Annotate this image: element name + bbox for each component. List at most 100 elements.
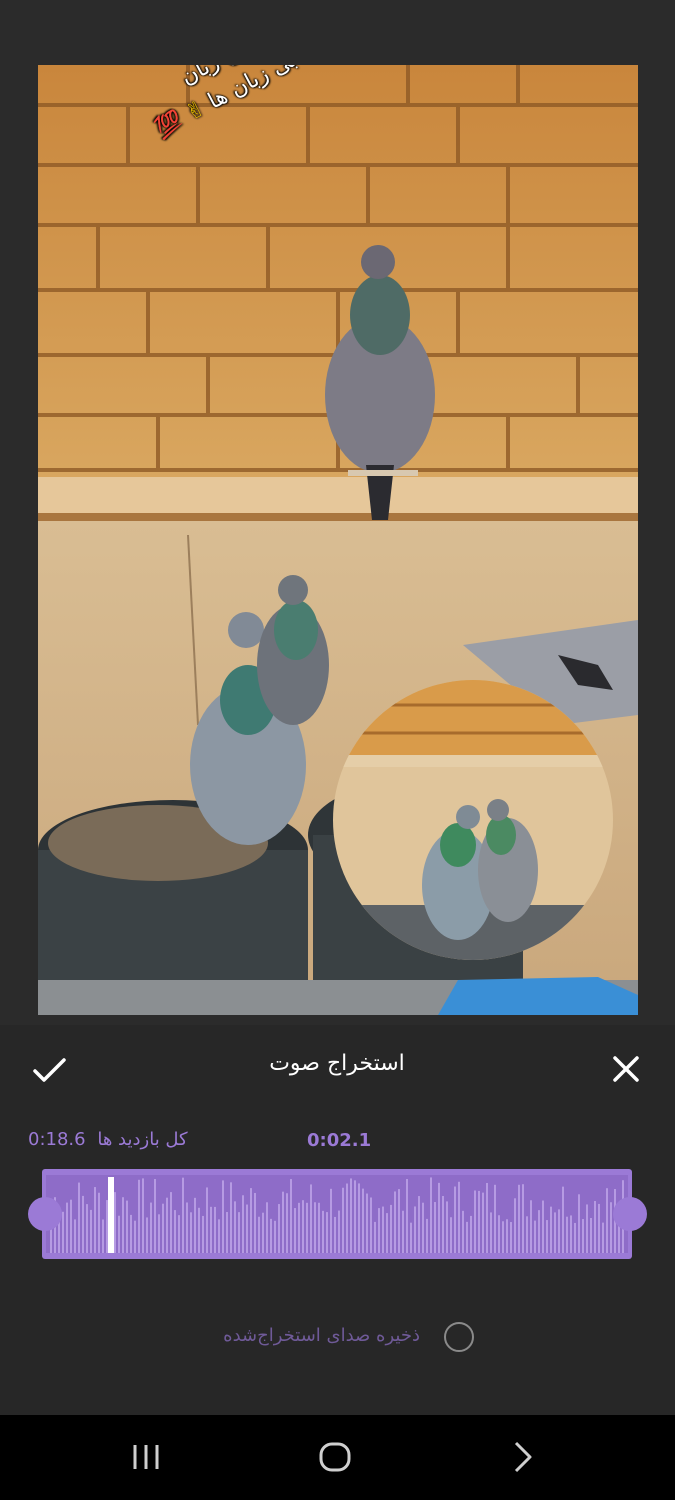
waveform-bar	[202, 1215, 204, 1253]
waveform-bar	[606, 1188, 608, 1253]
waveform-bar	[418, 1196, 420, 1253]
waveform-bar	[190, 1212, 192, 1253]
waveform-bar	[414, 1206, 416, 1253]
waveform-bar	[406, 1179, 408, 1253]
waveform-bar	[294, 1208, 296, 1253]
recents-icon	[133, 1445, 159, 1469]
waveform-bar	[194, 1197, 196, 1253]
waveform-bar	[146, 1217, 148, 1253]
waveform-bar	[322, 1210, 324, 1253]
waveform-bar	[342, 1187, 344, 1253]
waveform-bar	[122, 1197, 124, 1253]
waveform-bar	[70, 1199, 72, 1253]
waveform-bar	[466, 1221, 468, 1253]
waveform-bar	[478, 1190, 480, 1253]
audio-waveform-track[interactable]	[42, 1169, 632, 1259]
confirm-button[interactable]	[30, 1055, 70, 1085]
close-button[interactable]	[608, 1055, 644, 1085]
waveform-bar	[282, 1191, 284, 1253]
back-icon	[514, 1441, 532, 1473]
waveform-bar	[394, 1191, 396, 1253]
waveform-bar	[166, 1197, 168, 1253]
waveform-bar	[270, 1218, 272, 1253]
waveform-bar	[430, 1177, 432, 1253]
nav-home-button[interactable]	[305, 1437, 365, 1477]
save-extracted-audio-option[interactable]: ذخیره صدای استخراج‌شده	[180, 1317, 490, 1361]
save-extracted-audio-radio[interactable]	[444, 1322, 474, 1352]
waveform-bar	[98, 1192, 100, 1253]
waveform-bar	[290, 1179, 292, 1253]
waveform-bar	[150, 1202, 152, 1253]
waveform-bar	[458, 1181, 460, 1253]
waveform-bar	[74, 1219, 76, 1253]
panel-title: استخراج صوت	[269, 1051, 405, 1076]
video-preview[interactable]: بعد از خیانت شیرین زبان دل بستیم به بی ز…	[38, 65, 638, 1015]
waveform-bar	[258, 1216, 260, 1253]
waveform-bar	[386, 1213, 388, 1253]
check-icon	[33, 1058, 66, 1082]
waveform-bar	[82, 1195, 84, 1253]
waveform-bar	[298, 1202, 300, 1253]
waveform-bar	[338, 1210, 340, 1253]
waveform-bar	[266, 1202, 268, 1253]
waveform-bar	[178, 1215, 180, 1253]
waveform-bar	[254, 1192, 256, 1253]
waveform-bar	[422, 1202, 424, 1253]
waveform-bar	[526, 1216, 528, 1253]
waveform-bar	[330, 1188, 332, 1253]
waveform-bar	[562, 1186, 564, 1253]
video-preview-area: بعد از خیانت شیرین زبان دل بستیم به بی ز…	[0, 0, 675, 1025]
pigeon-scene-image	[38, 65, 638, 1015]
waveform-bar	[218, 1219, 220, 1253]
nav-back-button[interactable]	[494, 1437, 554, 1477]
waveform-bar	[570, 1215, 572, 1253]
waveform-bar	[498, 1215, 500, 1253]
total-duration-label: کل بازدید ها	[97, 1129, 188, 1150]
waveform-bar	[238, 1212, 240, 1253]
waveform-bar	[378, 1208, 380, 1253]
waveform-bar	[506, 1219, 508, 1253]
waveform-bar	[590, 1217, 592, 1253]
waveform-bar	[198, 1207, 200, 1253]
waveform-bar	[90, 1209, 92, 1253]
waveform-bar	[582, 1219, 584, 1253]
total-duration-value: 0:18.6	[28, 1129, 86, 1150]
waveform-bar	[130, 1214, 132, 1253]
extract-audio-panel: استخراج صوت 0:18.6 کل بازدید ها 0:02.1 ذ…	[0, 1025, 675, 1415]
playhead[interactable]	[108, 1177, 114, 1253]
waveform-bar	[314, 1202, 316, 1253]
waveform-bar	[262, 1212, 264, 1253]
waveform-bar	[94, 1187, 96, 1253]
waveform-bar	[86, 1204, 88, 1253]
waveform-bar	[138, 1179, 140, 1253]
waveform-bar	[578, 1194, 580, 1253]
waveform-bar	[118, 1215, 120, 1253]
waveform-bar	[222, 1180, 224, 1253]
panel-header: استخراج صوت	[0, 1025, 675, 1115]
waveform-bar	[534, 1220, 536, 1253]
waveform-bar	[410, 1222, 412, 1253]
home-icon	[319, 1442, 351, 1472]
trim-end-handle[interactable]	[613, 1197, 647, 1231]
waveform	[46, 1175, 628, 1253]
waveform-bar	[246, 1204, 248, 1253]
waveform-bar	[438, 1182, 440, 1253]
waveform-bars	[50, 1177, 624, 1253]
waveform-bar	[602, 1222, 604, 1253]
waveform-bar	[170, 1192, 172, 1253]
waveform-bar	[470, 1215, 472, 1253]
waveform-bar	[446, 1201, 448, 1253]
waveform-bar	[286, 1193, 288, 1253]
save-extracted-audio-label: ذخیره صدای استخراج‌شده	[223, 1325, 420, 1346]
waveform-bar	[454, 1186, 456, 1253]
waveform-bar	[114, 1192, 116, 1253]
waveform-bar	[566, 1216, 568, 1253]
waveform-bar	[226, 1212, 228, 1253]
waveform-bar	[306, 1202, 308, 1253]
waveform-bar	[474, 1190, 476, 1253]
nav-recents-button[interactable]	[117, 1437, 177, 1477]
waveform-bar	[514, 1198, 516, 1253]
close-icon	[613, 1056, 639, 1082]
waveform-bar	[142, 1178, 144, 1253]
trim-start-handle[interactable]	[28, 1197, 62, 1231]
